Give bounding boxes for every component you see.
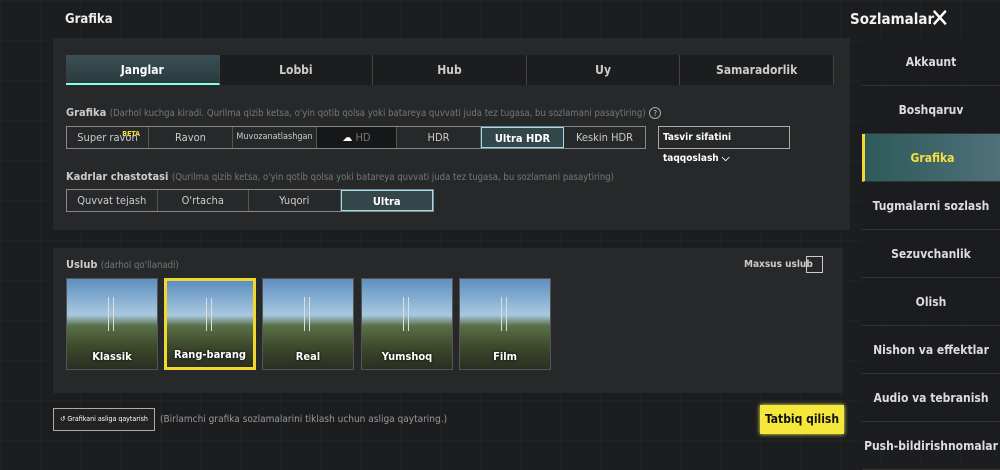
tab-samaradorlik[interactable]: Samaradorlik	[680, 55, 834, 85]
option-ortacha[interactable]: O'rtacha	[158, 190, 249, 211]
sidebar-item-grafika[interactable]: Grafika	[862, 134, 1000, 182]
graphics-hint: (Darhol kuchga kiradi. Qurilma qizib ket…	[109, 108, 646, 119]
reset-label: Grafikani asliga qaytarish	[67, 415, 148, 423]
sidebar-item-olish[interactable]: Olish	[862, 278, 1000, 326]
beta-badge: BETA	[122, 130, 140, 138]
custom-style-label: Maxsus uslub	[744, 259, 813, 270]
reset-graphics-button[interactable]: ↺ Grafikani asliga qaytarish	[53, 408, 155, 431]
style-label: Uslub (darhol qo'llanadi)	[66, 258, 179, 271]
style-real[interactable]: Real	[262, 278, 354, 370]
chevron-down-icon: ⌵	[721, 153, 730, 164]
option-hdr[interactable]: HDR	[397, 127, 481, 148]
style-name: Film	[493, 350, 517, 363]
option-keskin-hdr[interactable]: Keskin HDR	[564, 127, 645, 148]
style-name: Rang-barang	[174, 348, 246, 361]
option-yuqori[interactable]: Yuqori	[249, 190, 341, 211]
graphics-label: Grafika (Darhol kuchga kiradi. Qurilma q…	[66, 106, 662, 119]
cloud-download-icon: ☁	[342, 131, 353, 144]
sidebar-item-tugmalarni-sozlash[interactable]: Tugmalarni sozlash	[862, 182, 1000, 230]
sidebar-item-sezuvchanlik[interactable]: Sezuvchanlik	[862, 230, 1000, 278]
page-title: Grafika	[65, 12, 113, 27]
settings-sidebar: Akkaunt Boshqaruv Grafika Tugmalarni soz…	[862, 38, 1000, 470]
sidebar-item-boshqaruv[interactable]: Boshqaruv	[862, 86, 1000, 134]
settings-title: Sozlamalar	[850, 10, 935, 28]
option-super-ravon[interactable]: Super ravon BETA	[67, 127, 149, 148]
tower-image	[500, 297, 507, 332]
option-hd[interactable]: ☁ HD	[317, 127, 397, 148]
style-film[interactable]: Film	[459, 278, 551, 370]
option-ultra-hdr[interactable]: Ultra HDR	[481, 127, 564, 148]
tab-hub[interactable]: Hub	[373, 55, 527, 85]
graphics-quality-selector: Super ravon BETA Ravon Muvozanatlashgan ☁…	[66, 126, 646, 149]
help-icon[interactable]: ?	[649, 107, 662, 119]
style-klassik[interactable]: Klassik	[66, 278, 158, 370]
fps-label: Kadrlar chastotasi (Qurilma qizib ketsa,…	[66, 170, 614, 183]
style-yumshoq[interactable]: Yumshoq	[361, 278, 453, 370]
compare-quality-dropdown[interactable]: Tasvir sifatini taqqoslash ⌵	[658, 126, 790, 164]
graphics-label-text: Grafika	[66, 106, 107, 119]
option-quvvat-tejash[interactable]: Quvvat tejash	[67, 190, 158, 211]
reset-hint: (Birlamchi grafika sozlamalarini tiklash…	[160, 414, 448, 425]
tower-image	[303, 297, 310, 332]
undo-icon: ↺	[60, 415, 66, 423]
fps-hint: (Qurilma qizib ketsa, o'yin qotib qolsa …	[171, 172, 615, 183]
sidebar-item-akkaunt[interactable]: Akkaunt	[862, 38, 1000, 86]
option-label: HD	[355, 131, 371, 144]
tab-bar: Janglar Lobbi Hub Uy Samaradorlik	[66, 55, 834, 85]
close-icon[interactable]: ✕	[930, 4, 950, 34]
tab-lobbi[interactable]: Lobbi	[220, 55, 374, 85]
sidebar-item-push[interactable]: Push-bildirishnomalar	[862, 422, 1000, 470]
style-name: Klassik	[92, 350, 132, 363]
tab-janglar[interactable]: Janglar	[66, 55, 220, 85]
style-hint: (darhol qo'llanadi)	[100, 260, 179, 271]
style-rang-barang[interactable]: Rang-barang	[164, 278, 256, 370]
style-name: Yumshoq	[381, 350, 433, 363]
sidebar-item-audio[interactable]: Audio va tebranish	[862, 374, 1000, 422]
custom-style-checkbox[interactable]	[806, 256, 823, 273]
sidebar-item-nishon[interactable]: Nishon va effektlar	[862, 326, 1000, 374]
option-ravon[interactable]: Ravon	[149, 127, 233, 148]
tower-image	[402, 297, 409, 332]
tower-image	[205, 298, 212, 331]
fps-selector: Quvvat tejash O'rtacha Yuqori Ultra	[66, 189, 434, 212]
style-name: Real	[295, 350, 321, 363]
fps-label-text: Kadrlar chastotasi	[66, 170, 169, 183]
option-ultra[interactable]: Ultra	[340, 190, 433, 211]
apply-button[interactable]: Tatbiq qilish	[760, 405, 844, 434]
tower-image	[107, 297, 114, 332]
style-label-text: Uslub	[66, 258, 98, 271]
tab-uy[interactable]: Uy	[527, 55, 681, 85]
option-muvozanatlashgan[interactable]: Muvozanatlashgan	[233, 127, 317, 148]
